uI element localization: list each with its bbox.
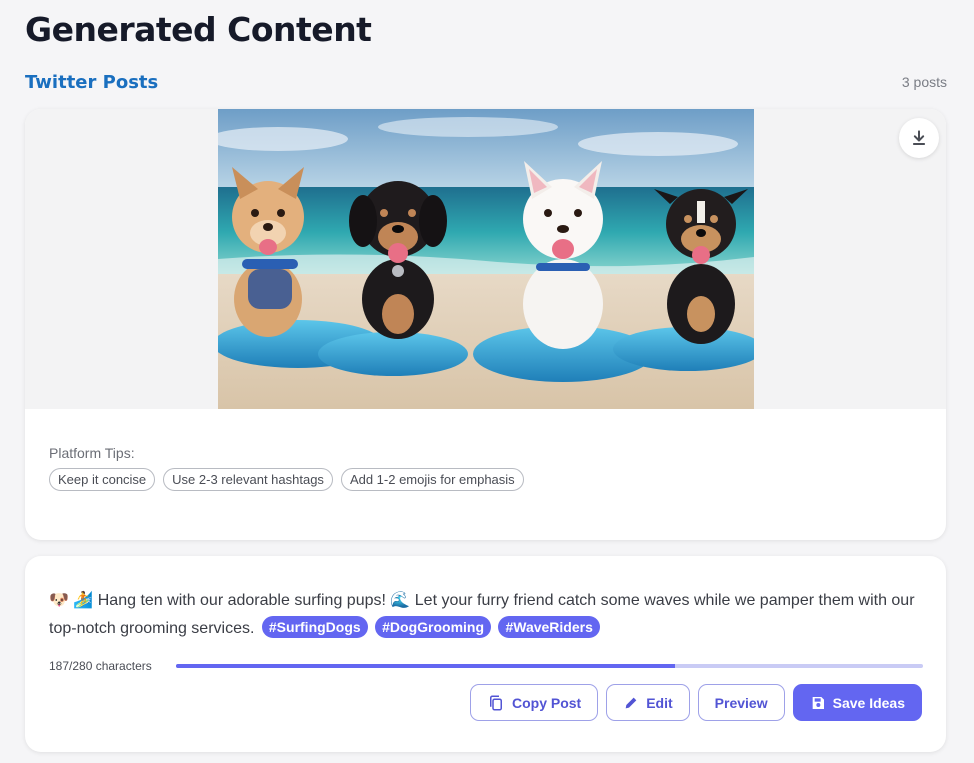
download-button[interactable] [899,118,939,158]
post-actions: Copy Post Edit Preview Save Ideas [469,684,922,721]
post-text-part1: Hang ten with our adorable surfing pups! [97,592,386,609]
post-count: 3 posts [901,74,947,90]
save-ideas-label: Save Ideas [832,694,905,711]
image-area [25,109,946,409]
character-count: 187/280 characters [49,659,152,673]
post-card: 🐶 🏄 Hang ten with our adorable surfing p… [25,556,946,752]
tip-chip: Add 1-2 emojis for emphasis [340,468,524,491]
hashtag-chip[interactable]: #DogGrooming [375,616,492,638]
save-icon [812,696,824,709]
surfer-emoji: 🏄 [73,590,94,609]
platform-tips-label: Platform Tips: [49,445,135,461]
section-title: Twitter Posts [25,72,159,93]
pencil-icon [625,697,637,708]
tip-chip: Use 2-3 relevant hashtags [163,468,333,491]
copy-post-button[interactable]: Copy Post [469,684,599,721]
wave-emoji: 🌊 [390,590,411,609]
post-text[interactable]: 🐶 🏄 Hang ten with our adorable surfing p… [49,586,929,643]
surfing-puppies-photo [218,109,754,409]
platform-tips: Keep it concise Use 2-3 relevant hashtag… [49,468,524,491]
hashtag-chip[interactable]: #SurfingDogs [261,616,368,638]
tip-chip: Keep it concise [49,468,156,491]
save-ideas-button[interactable]: Save Ideas [792,684,922,721]
character-progress-bar [176,664,923,668]
edit-label: Edit [646,694,673,711]
hashtag-chip[interactable]: #WaveRiders [498,616,600,638]
copy-icon [489,695,502,710]
section-header: Twitter Posts 3 posts [25,70,947,96]
character-progress-fill [176,664,675,668]
edit-button[interactable]: Edit [606,684,690,721]
page-title: Generated Content [25,10,372,49]
download-icon [913,130,925,145]
preview-button[interactable]: Preview [697,684,785,721]
dog-emoji: 🐶 [49,590,69,609]
copy-post-label: Copy Post [511,694,582,711]
generated-content-page: Generated Content Twitter Posts 3 posts [0,0,974,763]
image-card: Platform Tips: Keep it concise Use 2-3 r… [25,109,946,540]
preview-label: Preview [714,694,768,711]
